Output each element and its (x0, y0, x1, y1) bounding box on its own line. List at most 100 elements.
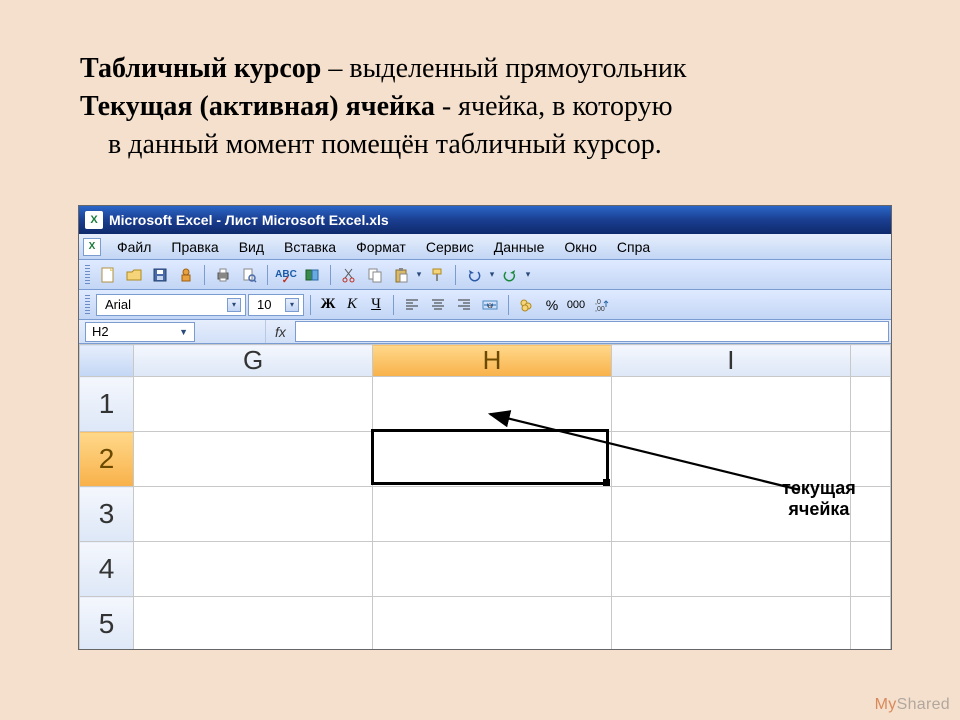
spellcheck-icon[interactable]: ABC✓ (274, 263, 298, 287)
formula-bar-row: H2 ▼ fx (79, 320, 891, 344)
redo-icon[interactable] (498, 263, 522, 287)
align-left-icon[interactable] (400, 293, 424, 317)
undo-dropdown-icon[interactable]: ▾ (488, 269, 496, 280)
research-icon[interactable] (300, 263, 324, 287)
align-right-icon[interactable] (452, 293, 476, 317)
underline-button[interactable]: Ч (365, 294, 387, 316)
decimal-inc-icon[interactable]: ,0,00 (589, 293, 613, 317)
save-icon[interactable] (148, 263, 172, 287)
cell-G2[interactable] (134, 432, 373, 487)
cell-H2[interactable] (373, 432, 612, 487)
copy-icon[interactable] (363, 263, 387, 287)
font-size-combo[interactable]: 10 ▾ (248, 294, 304, 316)
italic-button[interactable]: К (341, 294, 363, 316)
cell-J5[interactable] (850, 597, 890, 651)
row-header-3[interactable]: 3 (80, 487, 134, 542)
cell-J3[interactable] (850, 487, 890, 542)
toolbar-separator (310, 295, 311, 315)
slide-text: Табличный курсор – выделенный прямоуголь… (0, 0, 960, 183)
font-name-combo[interactable]: Arial ▾ (96, 294, 246, 316)
cut-icon[interactable] (337, 263, 361, 287)
watermark-my: My (875, 696, 897, 713)
cell-G3[interactable] (134, 487, 373, 542)
def1: – выделенный прямоугольник (321, 53, 686, 84)
align-center-icon[interactable] (426, 293, 450, 317)
titlebar: X Microsoft Excel - Лист Microsoft Excel… (79, 206, 891, 234)
font-size-value: 10 (257, 297, 271, 312)
select-all-corner[interactable] (80, 345, 134, 377)
row-header-4[interactable]: 4 (80, 542, 134, 597)
cell-I4[interactable] (611, 542, 850, 597)
preview-icon[interactable] (237, 263, 261, 287)
callout-line1: текущая (782, 478, 856, 499)
excel-window: X Microsoft Excel - Лист Microsoft Excel… (78, 205, 892, 650)
cell-J1[interactable] (850, 377, 890, 432)
toolbar-grip-icon[interactable] (85, 265, 90, 285)
paste-dropdown-icon[interactable]: ▾ (415, 269, 423, 280)
format-painter-icon[interactable] (425, 263, 449, 287)
cell-G5[interactable] (134, 597, 373, 651)
menu-tools[interactable]: Сервис (416, 235, 484, 259)
print-icon[interactable] (211, 263, 235, 287)
menubar: X Файл Правка Вид Вставка Формат Сервис … (79, 234, 891, 260)
toolbar-separator (455, 265, 456, 285)
cell-H4[interactable] (373, 542, 612, 597)
col-header-G[interactable]: G (134, 345, 373, 377)
cell-I5[interactable] (611, 597, 850, 651)
cell-G4[interactable] (134, 542, 373, 597)
formatting-toolbar: Arial ▾ 10 ▾ Ж К Ч a % 000 ,0,00 (79, 290, 891, 320)
cell-H5[interactable] (373, 597, 612, 651)
name-box-value: H2 (92, 324, 109, 339)
paste-icon[interactable] (389, 263, 413, 287)
undo-icon[interactable] (462, 263, 486, 287)
menu-file[interactable]: Файл (107, 235, 161, 259)
svg-text:,00: ,00 (595, 306, 605, 313)
spreadsheet-grid[interactable]: G H I 1 2 3 (79, 344, 891, 650)
chevron-down-icon[interactable]: ▾ (227, 298, 241, 312)
redo-dropdown-icon[interactable]: ▾ (524, 269, 532, 280)
new-icon[interactable] (96, 263, 120, 287)
formula-input[interactable] (295, 321, 889, 342)
col-header-next[interactable] (850, 345, 890, 377)
name-box[interactable]: H2 ▼ (85, 322, 195, 342)
menu-data[interactable]: Данные (484, 235, 555, 259)
menu-edit[interactable]: Правка (161, 235, 228, 259)
chevron-down-icon[interactable]: ▼ (179, 327, 188, 337)
chevron-down-icon[interactable]: ▾ (285, 298, 299, 312)
permission-icon[interactable] (174, 263, 198, 287)
menu-window[interactable]: Окно (554, 235, 607, 259)
cell-H1[interactable] (373, 377, 612, 432)
currency-icon[interactable] (515, 293, 539, 317)
merge-center-icon[interactable]: a (478, 293, 502, 317)
percent-button[interactable]: % (541, 294, 563, 316)
cell-I1[interactable] (611, 377, 850, 432)
cell-H3[interactable] (373, 487, 612, 542)
window-title: Microsoft Excel - Лист Microsoft Excel.x… (109, 212, 389, 228)
doc-control-icon[interactable]: X (83, 238, 101, 256)
open-icon[interactable] (122, 263, 146, 287)
row-header-1[interactable]: 1 (80, 377, 134, 432)
cell-J2[interactable] (850, 432, 890, 487)
def2a: - ячейка, в которую (435, 91, 673, 122)
row-header-2[interactable]: 2 (80, 432, 134, 487)
callout-current-cell: текущая ячейка (782, 478, 856, 519)
excel-app-icon: X (85, 211, 103, 229)
col-header-I[interactable]: I (611, 345, 850, 377)
toolbar-grip-icon[interactable] (85, 295, 90, 315)
cell-G1[interactable] (134, 377, 373, 432)
thousands-button[interactable]: 000 (565, 294, 587, 316)
col-header-H[interactable]: H (373, 345, 612, 377)
row-header-5[interactable]: 5 (80, 597, 134, 651)
bold-button[interactable]: Ж (317, 294, 339, 316)
callout-line2: ячейка (782, 499, 856, 520)
fx-icon[interactable]: fx (265, 320, 295, 343)
cell-J4[interactable] (850, 542, 890, 597)
menu-help[interactable]: Спра (607, 235, 660, 259)
def2b: в данный момент помещён табличный курсор… (108, 126, 890, 164)
menu-insert[interactable]: Вставка (274, 235, 346, 259)
toolbar-separator (330, 265, 331, 285)
watermark-shared: Shared (897, 696, 950, 713)
menu-format[interactable]: Формат (346, 235, 416, 259)
toolbar-separator (204, 265, 205, 285)
menu-view[interactable]: Вид (229, 235, 274, 259)
